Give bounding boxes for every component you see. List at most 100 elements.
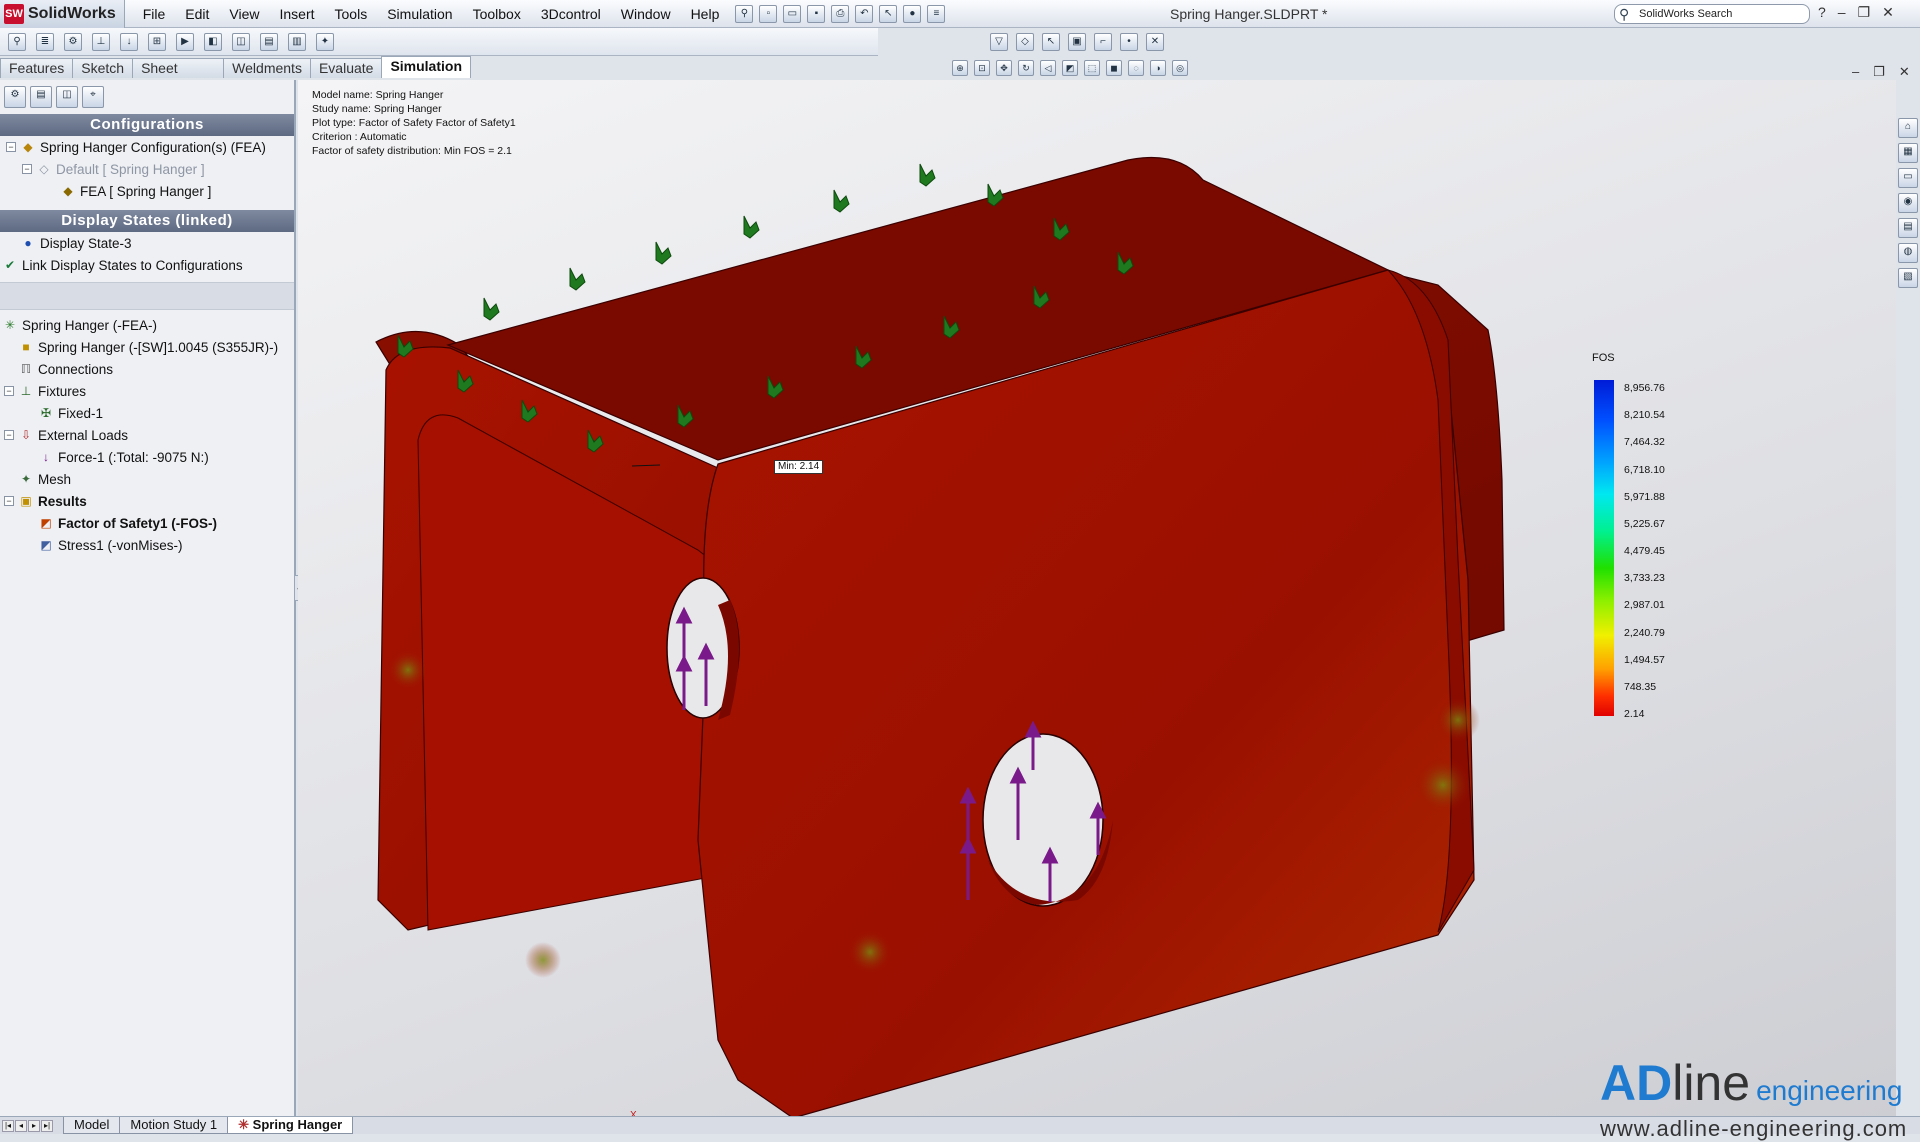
mesh-tool-icon[interactable]: ⊞ bbox=[148, 32, 166, 51]
tree-display-state[interactable]: ● Display State-3 bbox=[0, 232, 294, 254]
menu-simulation[interactable]: Simulation bbox=[377, 6, 462, 22]
collapse-icon[interactable]: − bbox=[4, 430, 14, 440]
undo-icon[interactable]: ↶ bbox=[855, 4, 874, 23]
design-study-icon[interactable]: ✦ bbox=[316, 32, 334, 51]
plot-tools-icon[interactable]: ▥ bbox=[288, 32, 306, 51]
custom-properties-icon[interactable]: ▧ bbox=[1898, 268, 1918, 288]
edge-icon[interactable]: ⌐ bbox=[1094, 33, 1112, 51]
select-icon[interactable]: ↖ bbox=[879, 4, 898, 23]
dimxpert-icon[interactable]: ⌖ bbox=[82, 86, 104, 108]
appearances-icon[interactable]: ◍ bbox=[1898, 243, 1918, 263]
file-properties-icon[interactable]: ≡ bbox=[927, 4, 946, 23]
tab-evaluate[interactable]: Evaluate bbox=[309, 58, 383, 78]
menu-view[interactable]: View bbox=[219, 6, 269, 22]
print-icon[interactable]: ⎙ bbox=[831, 4, 850, 23]
menu-3dcontrol[interactable]: 3Dcontrol bbox=[531, 6, 611, 22]
graphics-area[interactable]: Model name: Spring Hanger Study name: Sp… bbox=[298, 80, 1896, 1118]
view-palette-icon[interactable]: ▤ bbox=[1898, 218, 1918, 238]
fixture-tool-icon[interactable]: ⊥ bbox=[92, 32, 110, 51]
first-tab-icon[interactable]: |◂ bbox=[2, 1119, 14, 1132]
scene-icon[interactable]: ◎ bbox=[1172, 60, 1188, 76]
collapse-icon[interactable]: − bbox=[6, 142, 16, 152]
list-icon[interactable]: ≣ bbox=[36, 32, 54, 51]
menu-tools[interactable]: Tools bbox=[325, 6, 378, 22]
previous-view-icon[interactable]: ◁ bbox=[1040, 60, 1056, 76]
tree-fixtures[interactable]: − ⊥ Fixtures bbox=[0, 380, 294, 402]
tree-material[interactable]: ■ Spring Hanger (-[SW]1.0045 (S355JR)-) bbox=[0, 336, 294, 358]
close-icon[interactable]: ✕ bbox=[1882, 4, 1894, 21]
app-logo[interactable]: SW SolidWorks bbox=[0, 0, 125, 28]
doc-close-icon[interactable]: ✕ bbox=[1899, 64, 1910, 80]
tree-stress-result[interactable]: ◩ Stress1 (-vonMises-) bbox=[0, 534, 294, 556]
pointer-icon[interactable]: ↖ bbox=[1042, 33, 1060, 51]
rebuild-icon[interactable]: ● bbox=[903, 4, 922, 23]
doc-restore-icon[interactable]: ❐ bbox=[1873, 64, 1885, 80]
view-orientation-icon[interactable]: ⬚ bbox=[1084, 60, 1100, 76]
tree-mesh[interactable]: ✦ Mesh bbox=[0, 468, 294, 490]
next-tab-icon[interactable]: ▸ bbox=[28, 1119, 40, 1132]
search-input[interactable]: ⚲ SolidWorks Search bbox=[1614, 4, 1810, 24]
minimize-icon[interactable]: – bbox=[1838, 4, 1846, 21]
study-icon[interactable]: ⚙ bbox=[64, 32, 82, 51]
tree-config-default[interactable]: − ◇ Default [ Spring Hanger ] bbox=[0, 158, 294, 180]
zoom-area-icon[interactable]: ⊡ bbox=[974, 60, 990, 76]
new-document-icon[interactable]: ▫ bbox=[759, 4, 778, 23]
file-explorer-icon[interactable]: ▭ bbox=[1898, 168, 1918, 188]
menu-help[interactable]: Help bbox=[681, 6, 730, 22]
appearance-icon[interactable]: ◑ bbox=[1150, 60, 1166, 76]
section-view-icon[interactable]: ◩ bbox=[1062, 60, 1078, 76]
configuration-manager-icon[interactable]: ◫ bbox=[56, 86, 78, 108]
results-tool-icon[interactable]: ◧ bbox=[204, 32, 222, 51]
home-icon[interactable]: ⌂ bbox=[1898, 118, 1918, 138]
tab-motion-study[interactable]: Motion Study 1 bbox=[119, 1117, 229, 1134]
compare-icon[interactable]: ◫ bbox=[232, 32, 250, 51]
help-icon[interactable]: ? bbox=[1818, 4, 1826, 21]
display-style-icon[interactable]: ◼ bbox=[1106, 60, 1122, 76]
feature-manager-icon[interactable]: ⚙ bbox=[4, 86, 26, 108]
filter-faces-icon[interactable]: ◇ bbox=[1016, 33, 1034, 51]
menu-toolbox[interactable]: Toolbox bbox=[463, 6, 531, 22]
tree-config-fea[interactable]: ◆ FEA [ Spring Hanger ] bbox=[0, 180, 294, 202]
collapse-icon[interactable]: − bbox=[22, 164, 32, 174]
tab-weldments[interactable]: Weldments bbox=[223, 58, 311, 78]
menu-window[interactable]: Window bbox=[611, 6, 681, 22]
tab-spring-hanger[interactable]: ✳ Spring Hanger bbox=[227, 1117, 354, 1134]
tab-sheet-metal[interactable]: Sheet Metal bbox=[132, 58, 225, 95]
vertex-icon[interactable]: • bbox=[1120, 33, 1138, 51]
zoom-icon[interactable]: ⚲ bbox=[8, 32, 26, 51]
menu-edit[interactable]: Edit bbox=[175, 6, 219, 22]
filter-icon[interactable]: ▽ bbox=[990, 33, 1008, 51]
tree-external-loads[interactable]: − ⇩ External Loads bbox=[0, 424, 294, 446]
link-display-states-checkbox[interactable]: ✔ Link Display States to Configurations bbox=[0, 254, 294, 276]
run-icon[interactable]: ▶ bbox=[176, 32, 194, 51]
restore-icon[interactable]: ❐ bbox=[1858, 4, 1871, 21]
tab-model[interactable]: Model bbox=[63, 1117, 121, 1134]
pan-icon[interactable]: ✥ bbox=[996, 60, 1012, 76]
tree-study-root[interactable]: ✳ Spring Hanger (-FEA-) bbox=[0, 314, 294, 336]
property-manager-icon[interactable]: ▤ bbox=[30, 86, 52, 108]
tree-results[interactable]: − ▣ Results bbox=[0, 490, 294, 512]
hide-show-icon[interactable]: ◌ bbox=[1128, 60, 1144, 76]
box-icon[interactable]: ▣ bbox=[1068, 33, 1086, 51]
report-icon[interactable]: ▤ bbox=[260, 32, 278, 51]
open-folder-icon[interactable]: ▭ bbox=[783, 4, 802, 23]
menu-file[interactable]: File bbox=[133, 6, 176, 22]
collapse-icon[interactable]: − bbox=[4, 386, 14, 396]
zoom-to-fit-icon[interactable]: ⊕ bbox=[952, 60, 968, 76]
save-icon[interactable]: ▪ bbox=[807, 4, 826, 23]
last-tab-icon[interactable]: ▸| bbox=[41, 1119, 53, 1132]
clear-filter-icon[interactable]: ✕ bbox=[1146, 33, 1164, 51]
tree-config-root[interactable]: − ◆ Spring Hanger Configuration(s) (FEA) bbox=[0, 136, 294, 158]
doc-minimize-icon[interactable]: – bbox=[1852, 64, 1859, 80]
tree-fixed[interactable]: ✠ Fixed-1 bbox=[0, 402, 294, 424]
tab-features[interactable]: Features bbox=[0, 58, 74, 78]
search-3d-icon[interactable]: ◉ bbox=[1898, 193, 1918, 213]
prev-tab-icon[interactable]: ◂ bbox=[15, 1119, 27, 1132]
menu-insert[interactable]: Insert bbox=[270, 6, 325, 22]
design-library-icon[interactable]: ▦ bbox=[1898, 143, 1918, 163]
load-tool-icon[interactable]: ↓ bbox=[120, 32, 138, 51]
rotate-icon[interactable]: ↻ bbox=[1018, 60, 1034, 76]
collapse-icon[interactable]: − bbox=[4, 496, 14, 506]
tab-sketch[interactable]: Sketch bbox=[72, 58, 134, 78]
tab-simulation[interactable]: Simulation bbox=[381, 56, 471, 78]
